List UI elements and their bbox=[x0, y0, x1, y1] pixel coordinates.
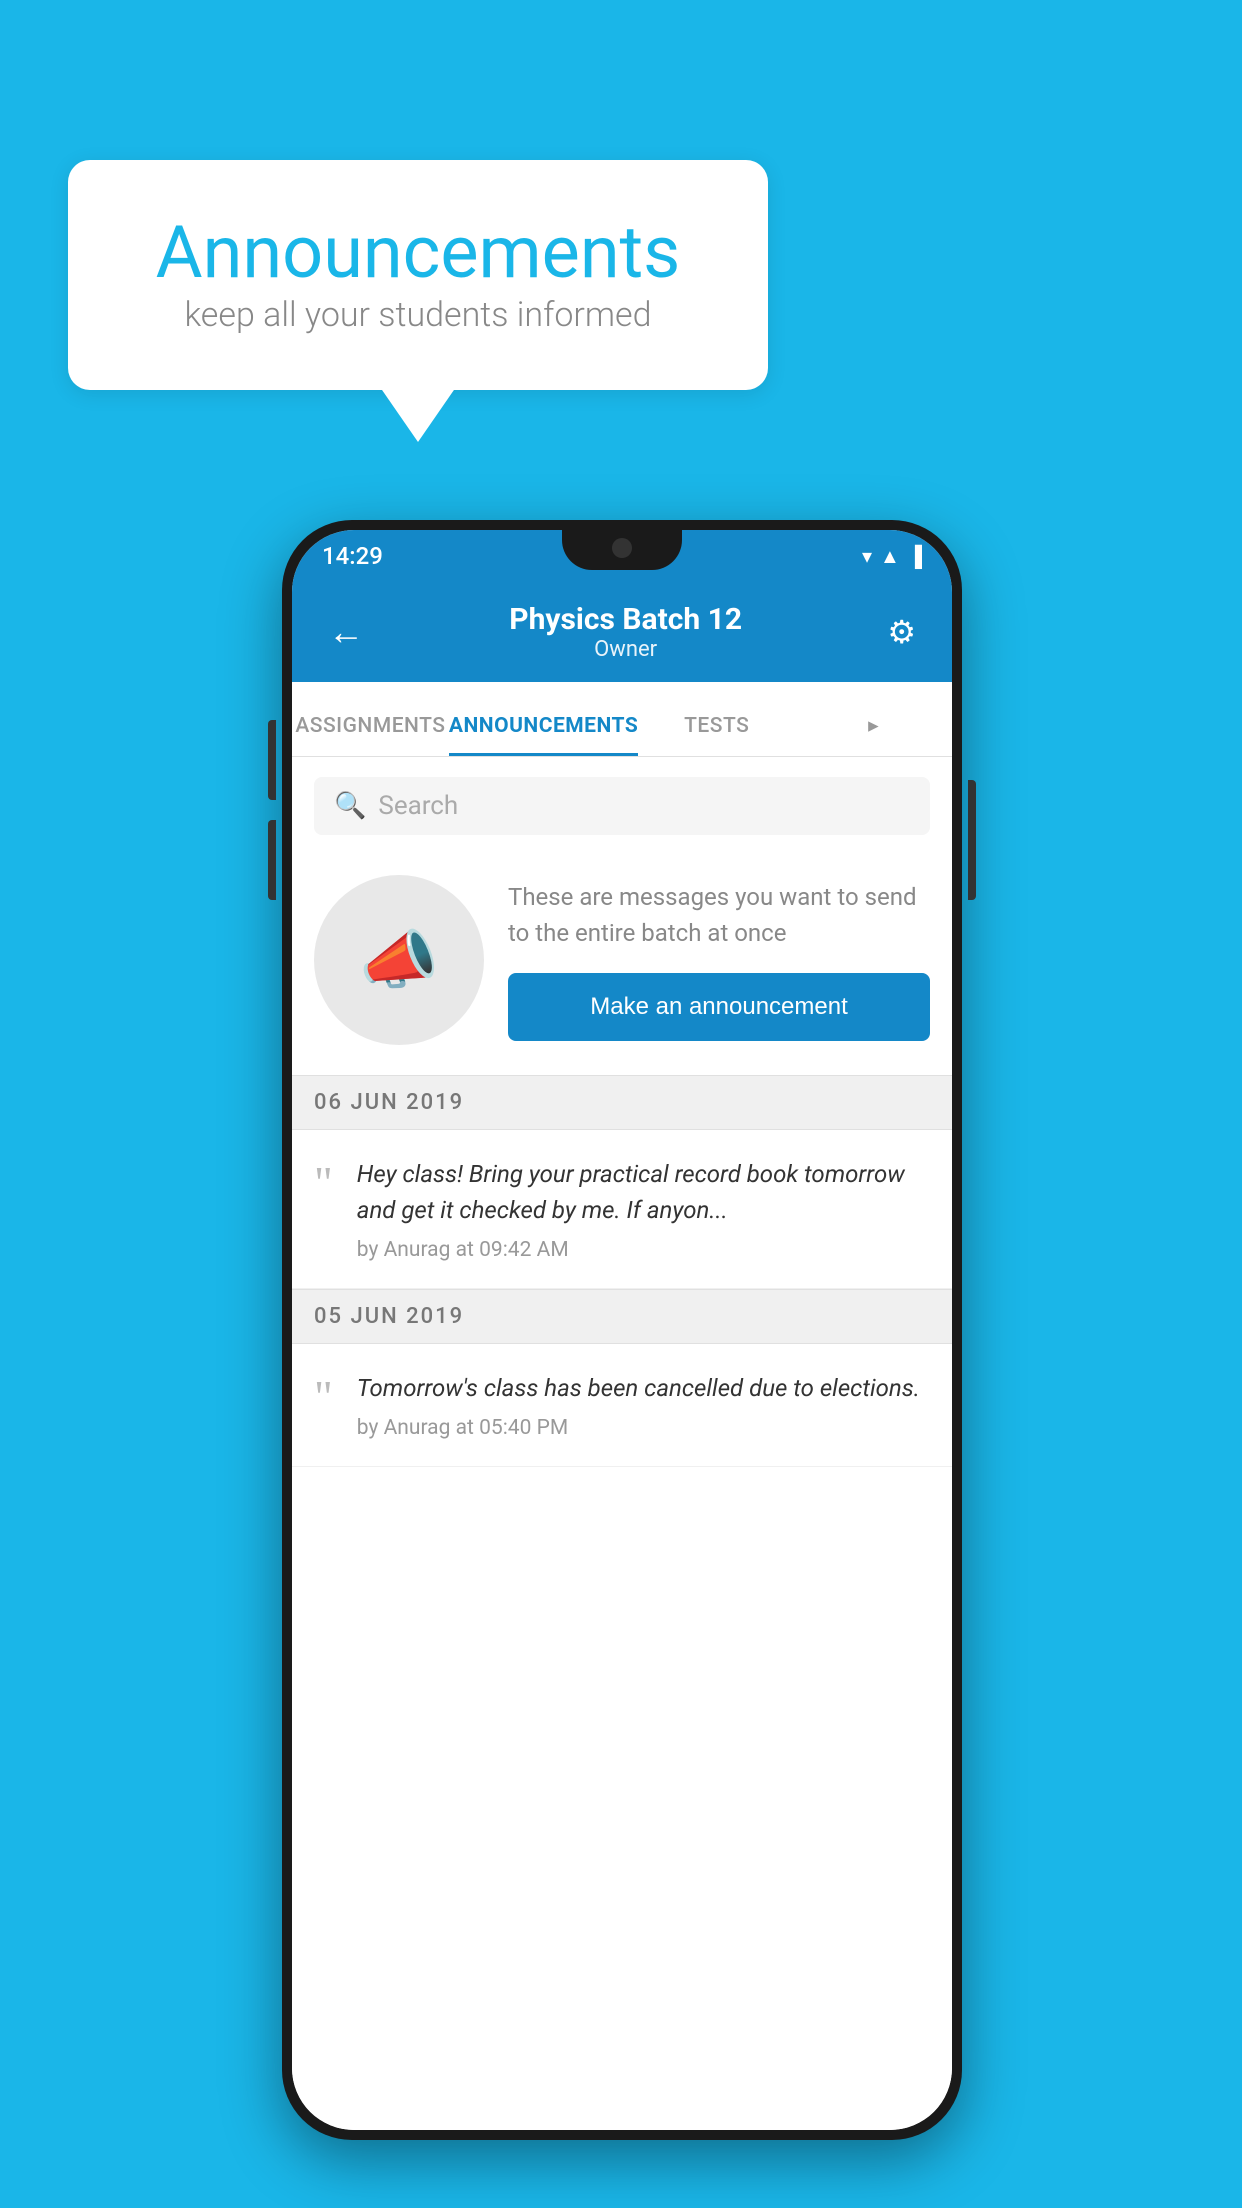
message-text-2: Tomorrow's class has been cancelled due … bbox=[357, 1370, 930, 1406]
message-content-1: Hey class! Bring your practical record b… bbox=[357, 1156, 930, 1262]
tab-assignments[interactable]: ASSIGNMENTS bbox=[292, 714, 449, 756]
volume-down-button[interactable] bbox=[268, 820, 276, 900]
wifi-icon: ▾ bbox=[862, 544, 872, 568]
megaphone-circle: 📣 bbox=[314, 875, 484, 1045]
announcement-item-2[interactable]: " Tomorrow's class has been cancelled du… bbox=[292, 1344, 952, 1467]
search-placeholder: Search bbox=[378, 791, 458, 821]
announcement-description: These are messages you want to send to t… bbox=[508, 879, 930, 951]
announcement-cta: 📣 These are messages you want to send to… bbox=[292, 855, 952, 1075]
signal-icon: ▲ bbox=[880, 544, 900, 569]
announcement-item-1[interactable]: " Hey class! Bring your practical record… bbox=[292, 1130, 952, 1289]
search-icon: 🔍 bbox=[334, 791, 366, 821]
notch bbox=[562, 530, 682, 570]
announcement-right: These are messages you want to send to t… bbox=[508, 879, 930, 1041]
megaphone-icon: 📣 bbox=[359, 923, 439, 998]
volume-up-button[interactable] bbox=[268, 720, 276, 800]
quote-icon-1: " bbox=[314, 1160, 333, 1206]
content-area: 🔍 Search 📣 These are messages you want t… bbox=[292, 757, 952, 2130]
status-icons: ▾ ▲ ▐ bbox=[862, 544, 922, 569]
quote-icon-2: " bbox=[314, 1374, 333, 1420]
power-button[interactable] bbox=[968, 780, 976, 900]
app-bar-center: Physics Batch 12 Owner bbox=[374, 602, 877, 662]
message-meta-2: by Anurag at 05:40 PM bbox=[357, 1416, 568, 1440]
make-announcement-button[interactable]: Make an announcement bbox=[508, 973, 930, 1041]
status-bar: 14:29 ▾ ▲ ▐ bbox=[292, 530, 952, 582]
status-time: 14:29 bbox=[322, 542, 383, 570]
phone-screen: 14:29 ▾ ▲ ▐ ← Physics Batch 12 Owner ⚙ bbox=[292, 530, 952, 2130]
camera-notch bbox=[612, 538, 632, 558]
speech-bubble-container: Announcements keep all your students inf… bbox=[68, 160, 768, 390]
date-separator-2: 05 JUN 2019 bbox=[292, 1289, 952, 1344]
search-bar[interactable]: 🔍 Search bbox=[314, 777, 930, 835]
phone-wrapper: 14:29 ▾ ▲ ▐ ← Physics Batch 12 Owner ⚙ bbox=[72, 520, 1172, 2140]
tab-more[interactable]: ▸ bbox=[795, 713, 952, 756]
date-separator-1: 06 JUN 2019 bbox=[292, 1075, 952, 1130]
tabs-bar: ASSIGNMENTS ANNOUNCEMENTS TESTS ▸ bbox=[292, 682, 952, 757]
app-bar-subtitle: Owner bbox=[374, 637, 877, 662]
settings-button[interactable]: ⚙ bbox=[877, 603, 926, 661]
message-meta-1: by Anurag at 09:42 AM bbox=[357, 1238, 569, 1262]
tab-tests[interactable]: TESTS bbox=[638, 714, 795, 756]
message-text-1: Hey class! Bring your practical record b… bbox=[357, 1156, 930, 1228]
app-bar-title: Physics Batch 12 bbox=[374, 602, 877, 637]
phone: 14:29 ▾ ▲ ▐ ← Physics Batch 12 Owner ⚙ bbox=[282, 520, 962, 2140]
bubble-title: Announcements bbox=[156, 210, 681, 295]
tab-announcements[interactable]: ANNOUNCEMENTS bbox=[449, 714, 638, 756]
speech-bubble: Announcements keep all your students inf… bbox=[68, 160, 768, 390]
back-button[interactable]: ← bbox=[318, 601, 374, 663]
app-bar: ← Physics Batch 12 Owner ⚙ bbox=[292, 582, 952, 682]
battery-icon: ▐ bbox=[908, 544, 922, 569]
message-content-2: Tomorrow's class has been cancelled due … bbox=[357, 1370, 930, 1440]
bubble-subtitle: keep all your students informed bbox=[184, 295, 651, 335]
